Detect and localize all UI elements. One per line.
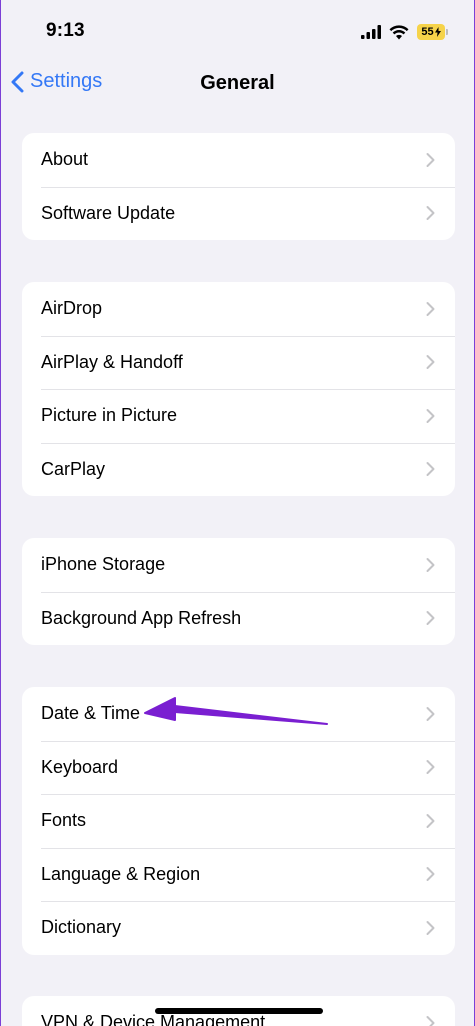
settings-row-picture-in-picture[interactable]: Picture in Picture (22, 389, 455, 443)
row-label: Fonts (41, 810, 87, 831)
settings-row-language-region[interactable]: Language & Region (22, 847, 455, 902)
settings-screen: 9:13 55 Settings General About Software … (0, 0, 475, 1026)
settings-row-iphone-storage[interactable]: iPhone Storage (22, 538, 455, 592)
chevron-right-icon (426, 301, 435, 316)
battery-icon: 55 (417, 24, 445, 40)
chevron-right-icon (426, 355, 435, 370)
chevron-right-icon (426, 867, 435, 882)
settings-group-storage: iPhone Storage Background App Refresh (22, 538, 455, 645)
chevron-right-icon (426, 1015, 435, 1026)
chevron-right-icon (426, 813, 435, 828)
row-label: Dictionary (41, 917, 122, 938)
chevron-right-icon (426, 611, 435, 626)
chevron-right-icon (426, 760, 435, 775)
settings-row-dictionary[interactable]: Dictionary (22, 901, 455, 955)
battery-nub (446, 29, 448, 35)
row-label: About (41, 149, 89, 170)
battery-indicator: 55 (417, 24, 448, 40)
cellular-signal-icon (361, 25, 381, 39)
settings-group-locale: Date & Time Keyboard Fonts Language & Re… (22, 687, 455, 955)
chevron-right-icon (426, 920, 435, 935)
chevron-right-icon (426, 706, 435, 721)
chevron-right-icon (426, 206, 435, 221)
settings-row-airplay-handoff[interactable]: AirPlay & Handoff (22, 335, 455, 390)
row-label: Picture in Picture (41, 405, 178, 426)
chevron-right-icon (426, 152, 435, 167)
row-label: Background App Refresh (41, 607, 242, 628)
status-bar: 9:13 55 (1, 0, 474, 60)
chevron-right-icon (426, 462, 435, 477)
row-label: Software Update (41, 202, 176, 223)
row-label: Keyboard (41, 756, 119, 777)
chevron-right-icon (426, 557, 435, 572)
settings-row-keyboard[interactable]: Keyboard (22, 740, 455, 795)
row-label: iPhone Storage (41, 554, 166, 575)
navigation-bar: Settings General (1, 62, 474, 108)
page-title: General (200, 72, 275, 94)
settings-row-airdrop[interactable]: AirDrop (22, 282, 455, 336)
settings-row-software-update[interactable]: Software Update (22, 186, 455, 241)
status-time: 9:13 (46, 20, 85, 41)
settings-group-about: About Software Update (22, 133, 455, 240)
settings-row-about[interactable]: About (22, 133, 455, 187)
row-label: AirPlay & Handoff (41, 351, 183, 372)
charging-bolt-icon (434, 27, 441, 37)
settings-row-carplay[interactable]: CarPlay (22, 442, 455, 497)
settings-row-date-time[interactable]: Date & Time (22, 687, 455, 741)
row-label: AirDrop (41, 298, 103, 319)
battery-level: 55 (421, 26, 434, 38)
row-label: Language & Region (41, 863, 201, 884)
row-label: CarPlay (41, 458, 106, 479)
row-label: VPN & Device Management (41, 1012, 266, 1026)
settings-row-fonts[interactable]: Fonts (22, 794, 455, 848)
status-icons: 55 (361, 22, 448, 42)
home-indicator (155, 1008, 323, 1014)
row-label: Date & Time (41, 703, 141, 724)
settings-row-background-app-refresh[interactable]: Background App Refresh (22, 591, 455, 646)
settings-group-connectivity: AirDrop AirPlay & Handoff Picture in Pic… (22, 282, 455, 496)
wifi-icon (389, 24, 409, 39)
chevron-right-icon (426, 408, 435, 423)
